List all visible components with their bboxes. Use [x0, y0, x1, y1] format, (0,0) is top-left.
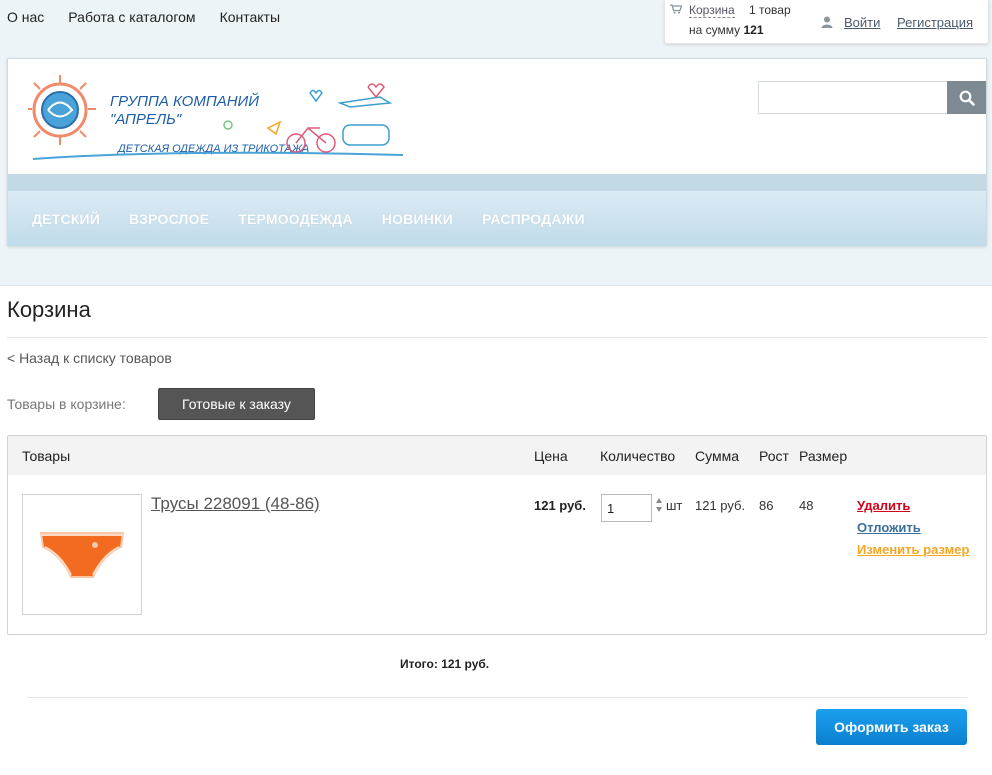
header-quantity: Количество — [600, 448, 676, 464]
cart-sum-value: 121 — [743, 23, 764, 37]
header-goods: Товары — [22, 448, 71, 464]
change-size-link[interactable]: Изменить размер — [857, 542, 969, 557]
cart-widget: Корзина 1 товар на сумму 121 Войти Регис… — [664, 0, 989, 44]
login-link[interactable]: Войти — [844, 15, 880, 30]
underpants-image — [39, 531, 125, 578]
search-input[interactable] — [758, 81, 948, 114]
basket-table: Товары Цена Количество Сумма Рост Размер… — [7, 435, 987, 635]
product-name-link[interactable]: Трусы 228091 (48-86) — [151, 494, 320, 514]
bottom-divider — [27, 697, 967, 698]
quantity-input[interactable] — [601, 494, 652, 522]
page-title: Корзина — [7, 297, 91, 322]
menu-item-kids[interactable]: Детский — [32, 211, 100, 227]
header-height: Рост — [759, 448, 789, 464]
quantity-unit: шт — [666, 498, 683, 513]
topnav-about[interactable]: О нас — [7, 9, 44, 25]
cart-sum-prefix: на сумму — [689, 23, 741, 37]
search-icon — [959, 90, 975, 106]
header-sum: Сумма — [695, 448, 739, 464]
back-to-list-link[interactable]: < Назад к списку товаров — [7, 350, 172, 366]
postpone-link[interactable]: Отложить — [857, 520, 921, 535]
tab-ready-to-order[interactable]: Готовые к заказу — [158, 388, 315, 420]
quantity-stepper[interactable] — [654, 495, 664, 515]
user-icon — [821, 16, 833, 28]
basket-table-header: Товары Цена Количество Сумма Рост Размер — [8, 436, 986, 475]
delete-link[interactable]: Удалить — [857, 498, 910, 513]
product-size: 48 — [799, 498, 814, 513]
cart-link[interactable]: Корзина — [689, 3, 735, 18]
cart-count: 1 товар — [749, 3, 791, 17]
company-logo[interactable]: ГРУППА КОМПАНИЙ "АПРЕЛЬ" ДЕТСКАЯ ОДЕЖДА … — [28, 73, 408, 163]
main-menu: Детский Взрослое Термоодежда Новинки Рас… — [8, 191, 986, 246]
header-price: Цена — [534, 448, 568, 464]
product-price: 121 руб. — [534, 498, 586, 513]
product-thumbnail[interactable] — [22, 494, 142, 615]
logo-line1: ГРУППА КОМПАНИЙ — [110, 92, 259, 110]
tabs-label: Товары в корзине: — [7, 396, 126, 412]
product-sum: 121 руб. — [695, 498, 746, 513]
cart-sum: на сумму 121 — [689, 23, 764, 37]
menu-item-thermal[interactable]: Термоодежда — [238, 211, 353, 227]
checkout-button[interactable]: Оформить заказ — [816, 709, 967, 745]
topnav-catalog-work[interactable]: Работа с каталогом — [68, 9, 195, 25]
top-nav: О нас Работа с каталогом Контакты — [7, 9, 280, 25]
menu-item-new[interactable]: Новинки — [382, 211, 453, 227]
title-divider — [7, 337, 987, 338]
total-label: Итого: — [400, 657, 438, 671]
cart-icon — [670, 4, 682, 14]
menu-top-strip — [8, 174, 986, 191]
total-value: 121 руб. — [441, 657, 490, 671]
site-header: ГРУППА КОМПАНИЙ "АПРЕЛЬ" ДЕТСКАЯ ОДЕЖДА … — [7, 58, 987, 246]
product-height: 86 — [759, 498, 774, 513]
logo-line2: "АПРЕЛЬ" — [110, 111, 182, 128]
header-size: Размер — [799, 448, 848, 464]
register-link[interactable]: Регистрация — [897, 15, 973, 30]
menu-item-sale[interactable]: Распродажи — [482, 211, 585, 227]
search-button[interactable] — [947, 81, 986, 114]
topnav-contacts[interactable]: Контакты — [220, 9, 280, 25]
total-summary: Итого: 121 руб. — [400, 657, 489, 671]
menu-item-adults[interactable]: Взрослое — [129, 211, 209, 227]
